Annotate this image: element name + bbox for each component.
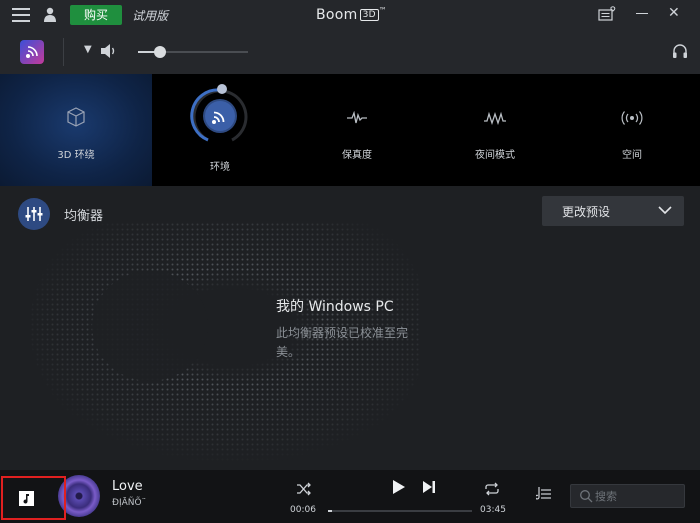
equalizer-title: 均衡器	[64, 209, 104, 224]
effect-3d-surround[interactable]: 3D 环绕	[0, 74, 152, 186]
preset-dropdown-label: 更改预设	[562, 205, 611, 219]
repeat-icon[interactable]	[484, 482, 500, 496]
headphones-icon[interactable]	[672, 43, 688, 59]
track-title: Love	[112, 479, 143, 494]
music-library-button[interactable]	[1, 476, 66, 520]
ambience-dial[interactable]	[188, 84, 252, 148]
buy-button[interactable]: 购买	[70, 5, 122, 25]
cube-icon	[67, 107, 85, 127]
track-progress-bar[interactable]	[328, 510, 472, 512]
speaker-icon[interactable]	[100, 43, 118, 59]
logo-icon	[26, 46, 38, 58]
app-badge: 3D	[359, 9, 379, 21]
effect-night-mode[interactable]: 夜间模式	[426, 74, 564, 186]
app-logo	[20, 40, 44, 64]
close-button[interactable]: ✕	[668, 5, 680, 21]
user-icon[interactable]	[44, 7, 56, 22]
music-note-icon	[19, 491, 34, 506]
waveform-icon	[347, 111, 367, 124]
effect-label: 保真度	[342, 150, 372, 161]
playlist-icon[interactable]	[536, 486, 552, 502]
effect-label: 环境	[210, 162, 230, 173]
preset-description: 此均衡器预设已校准至完美。	[276, 326, 409, 359]
preset-name: 我的 Windows PC	[276, 299, 394, 315]
progress-fill	[328, 510, 332, 512]
volume-thumb[interactable]	[154, 46, 166, 58]
minimize-button[interactable]	[636, 13, 648, 14]
effect-label: 空间	[622, 150, 642, 161]
hamburger-menu-icon[interactable]	[12, 8, 30, 22]
search-box[interactable]	[570, 484, 685, 508]
change-preset-dropdown[interactable]: 更改预设	[542, 196, 684, 226]
total-time: 03:45	[480, 505, 506, 515]
track-artist: ĐỊĀÑÕ¨	[112, 498, 147, 508]
search-input[interactable]	[595, 487, 681, 505]
trial-version-label: 试用版	[132, 9, 169, 23]
effect-spatial[interactable]: 空间	[564, 74, 700, 186]
night-wave-icon	[484, 111, 506, 125]
volume-slider[interactable]	[138, 46, 248, 58]
feedback-icon[interactable]	[598, 6, 616, 22]
spatial-icon	[621, 111, 643, 125]
sliders-icon	[25, 207, 43, 221]
effect-ambience[interactable]: 环境	[152, 74, 288, 186]
effect-label: 3D 环绕	[57, 150, 95, 161]
effect-label: 夜间模式	[475, 150, 515, 161]
effects-panel: 3D 环绕 环境 保真度 夜间模式 空间	[0, 74, 700, 186]
play-button[interactable]	[392, 479, 406, 495]
next-track-button[interactable]	[422, 480, 436, 494]
player-bar: Love ĐỊĀÑÕ¨ 00:06 03:45	[0, 470, 700, 523]
chevron-down-icon	[658, 206, 672, 215]
device-bar: ▼	[0, 30, 700, 74]
equalizer-icon	[18, 198, 50, 230]
divider	[63, 38, 64, 66]
equalizer-section: 均衡器 更改预设 我的 Windows PC 此均衡器预设已校准至完美。	[0, 186, 700, 470]
search-icon	[580, 490, 593, 503]
current-time: 00:06	[290, 505, 316, 515]
chevron-down-icon[interactable]: ▼	[84, 44, 92, 55]
app-title: Boom 3D ™	[316, 6, 387, 23]
trademark: ™	[378, 6, 388, 15]
shuffle-icon[interactable]	[296, 482, 312, 496]
effect-fidelity[interactable]: 保真度	[288, 74, 426, 186]
app-name: Boom	[316, 7, 358, 23]
title-bar: 购买 试用版 Boom 3D ™ ✕	[0, 0, 700, 30]
